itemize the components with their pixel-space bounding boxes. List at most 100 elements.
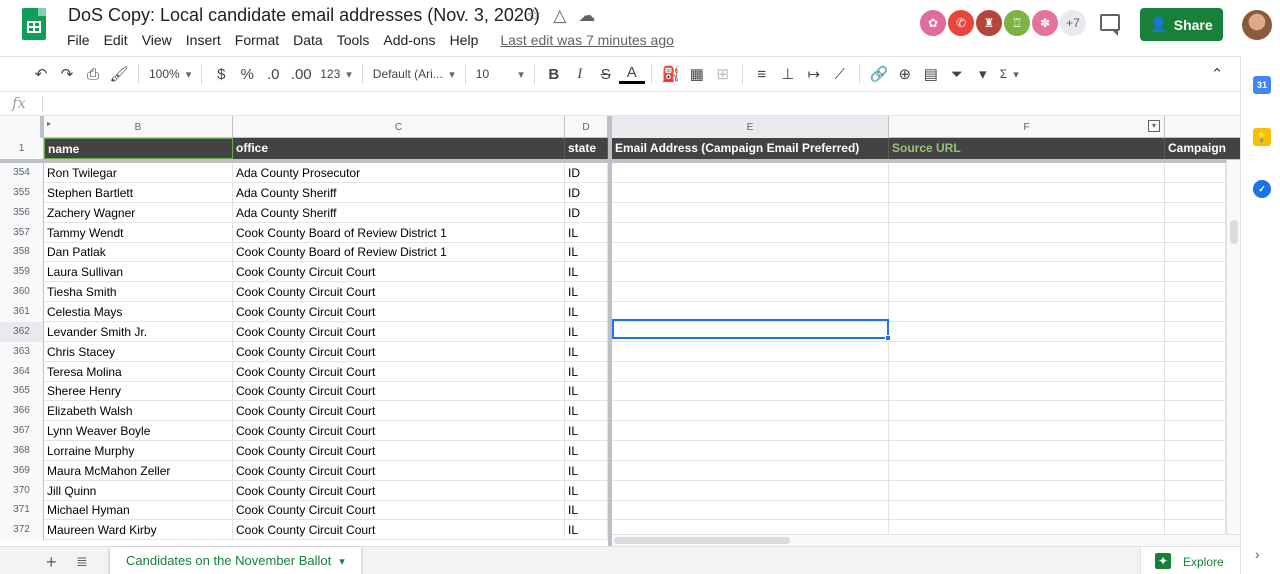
cell-office[interactable]: Ada County Sheriff [233,203,565,223]
cell-source-url[interactable] [889,441,1165,461]
all-sheets-icon[interactable]: ≣ [76,553,88,570]
paint-format-icon[interactable]: 🖌 [106,62,132,86]
font-size-select[interactable]: 10 [472,62,528,86]
filter-icon[interactable]: ⏷ [944,62,970,86]
cell-source-url[interactable] [889,302,1165,322]
sheets-logo-icon[interactable] [22,8,46,40]
cell-email[interactable] [612,223,889,243]
row-number[interactable]: 367 [0,421,44,441]
cell-campaign[interactable] [1165,163,1226,183]
cell-state[interactable]: IL [565,242,608,262]
cell-name[interactable]: Chris Stacey [44,342,233,362]
expand-side-panel-icon[interactable]: › [1255,546,1260,562]
cell-name[interactable]: Maura McMahon Zeller [44,461,233,481]
add-sheet-icon[interactable]: + [46,552,57,573]
cell-office[interactable]: Cook County Circuit Court [233,342,565,362]
row-number[interactable]: 355 [0,183,44,203]
cell-source-url[interactable] [889,421,1165,441]
borders-icon[interactable]: ▦ [684,62,710,86]
filter-toggle-icon[interactable]: ▾ [1148,120,1160,132]
more-collaborators-badge[interactable]: +7 [1058,8,1088,38]
cell-office[interactable]: Cook County Circuit Court [233,362,565,382]
menu-insert[interactable]: Insert [179,30,228,50]
cell-campaign[interactable] [1165,500,1226,520]
menu-help[interactable]: Help [443,30,486,50]
row-number[interactable]: 362 [0,322,44,342]
cell-name[interactable]: Tammy Wendt [44,223,233,243]
italic-button[interactable]: I [567,62,593,86]
functions-select[interactable]: Σ [996,62,1023,86]
row-number[interactable]: 356 [0,203,44,223]
header-cell-campaign[interactable]: Campaign [1165,138,1226,159]
cell-office[interactable]: Cook County Circuit Court [233,481,565,501]
cell-campaign[interactable] [1165,282,1226,302]
cell-campaign[interactable] [1165,421,1226,441]
cell-office[interactable]: Cook County Board of Review District 1 [233,223,565,243]
sheet-tab-active[interactable]: Candidates on the November Ballot [110,547,361,574]
cell-source-url[interactable] [889,183,1165,203]
cell-source-url[interactable] [889,362,1165,382]
cell-email[interactable] [612,342,889,362]
cell-source-url[interactable] [889,163,1165,183]
menu-data[interactable]: Data [286,30,330,50]
cell-state[interactable]: IL [565,401,608,421]
cell-office[interactable]: Cook County Circuit Court [233,381,565,401]
cell-source-url[interactable] [889,481,1165,501]
collaborator-avatar[interactable]: ✿ [918,8,948,38]
row-number[interactable]: 361 [0,302,44,322]
column-header-f[interactable]: F ▾ [889,116,1165,138]
cell-state[interactable]: IL [565,500,608,520]
insert-chart-icon[interactable]: ▤ [918,62,944,86]
font-select[interactable]: Default (Ari... [369,62,459,86]
cell-office[interactable]: Ada County Prosecutor [233,163,565,183]
filter-views-icon[interactable]: ▾ [970,62,996,86]
cell-office[interactable]: Cook County Circuit Court [233,401,565,421]
vertical-align-icon[interactable]: ⊥ [775,62,801,86]
cell-campaign[interactable] [1165,183,1226,203]
print-icon[interactable]: ⎙ [80,62,106,86]
header-cell-source-url[interactable]: Source URL [889,138,1165,159]
horizontal-scroll-thumb[interactable] [614,537,790,544]
header-cell-name[interactable]: name [44,138,233,159]
column-group-arrow-icon[interactable]: ▸ [47,119,51,128]
cell-campaign[interactable] [1165,203,1226,223]
cell-email[interactable] [612,362,889,382]
row-number[interactable]: 369 [0,461,44,481]
star-icon[interactable]: ☆ [526,6,541,26]
row-number[interactable]: 372 [0,520,44,540]
cell-state[interactable]: ID [565,163,608,183]
row-number[interactable]: 365 [0,381,44,401]
cell-office[interactable]: Cook County Circuit Court [233,500,565,520]
comment-history-icon[interactable] [1100,14,1120,36]
menu-format[interactable]: Format [228,30,286,50]
cell-office[interactable]: Cook County Circuit Court [233,461,565,481]
percent-format-button[interactable]: % [234,62,260,86]
last-edit-link[interactable]: Last edit was 7 minutes ago [493,30,681,50]
row-number[interactable]: 370 [0,481,44,501]
cell-email[interactable] [612,242,889,262]
move-to-drive-icon[interactable]: △ [553,6,566,26]
cell-email[interactable] [612,262,889,282]
row-number[interactable]: 368 [0,441,44,461]
column-header-c[interactable]: C [233,116,565,138]
spreadsheet-grid[interactable]: ▸ B C D E F ▾ 1 name office state Email … [0,116,1240,546]
cell-state[interactable]: IL [565,282,608,302]
collaborator-avatar[interactable]: ♖ [1002,8,1032,38]
cell-name[interactable]: Teresa Molina [44,362,233,382]
cell-state[interactable]: IL [565,481,608,501]
cell-office[interactable]: Cook County Circuit Court [233,302,565,322]
row-number[interactable]: 354 [0,163,44,183]
cell-campaign[interactable] [1165,342,1226,362]
cell-name[interactable]: Stephen Bartlett [44,183,233,203]
cell-name[interactable]: Dan Patlak [44,242,233,262]
merge-cells-icon[interactable]: ⊞ [710,62,736,86]
cell-name[interactable]: Lynn Weaver Boyle [44,421,233,441]
cell-office[interactable]: Cook County Circuit Court [233,520,565,540]
cell-email[interactable] [612,282,889,302]
cell-name[interactable]: Zachery Wagner [44,203,233,223]
cell-office[interactable]: Cook County Circuit Court [233,441,565,461]
cell-state[interactable]: IL [565,322,608,342]
cell-state[interactable]: IL [565,223,608,243]
cell-name[interactable]: Jill Quinn [44,481,233,501]
row-number[interactable]: 364 [0,362,44,382]
